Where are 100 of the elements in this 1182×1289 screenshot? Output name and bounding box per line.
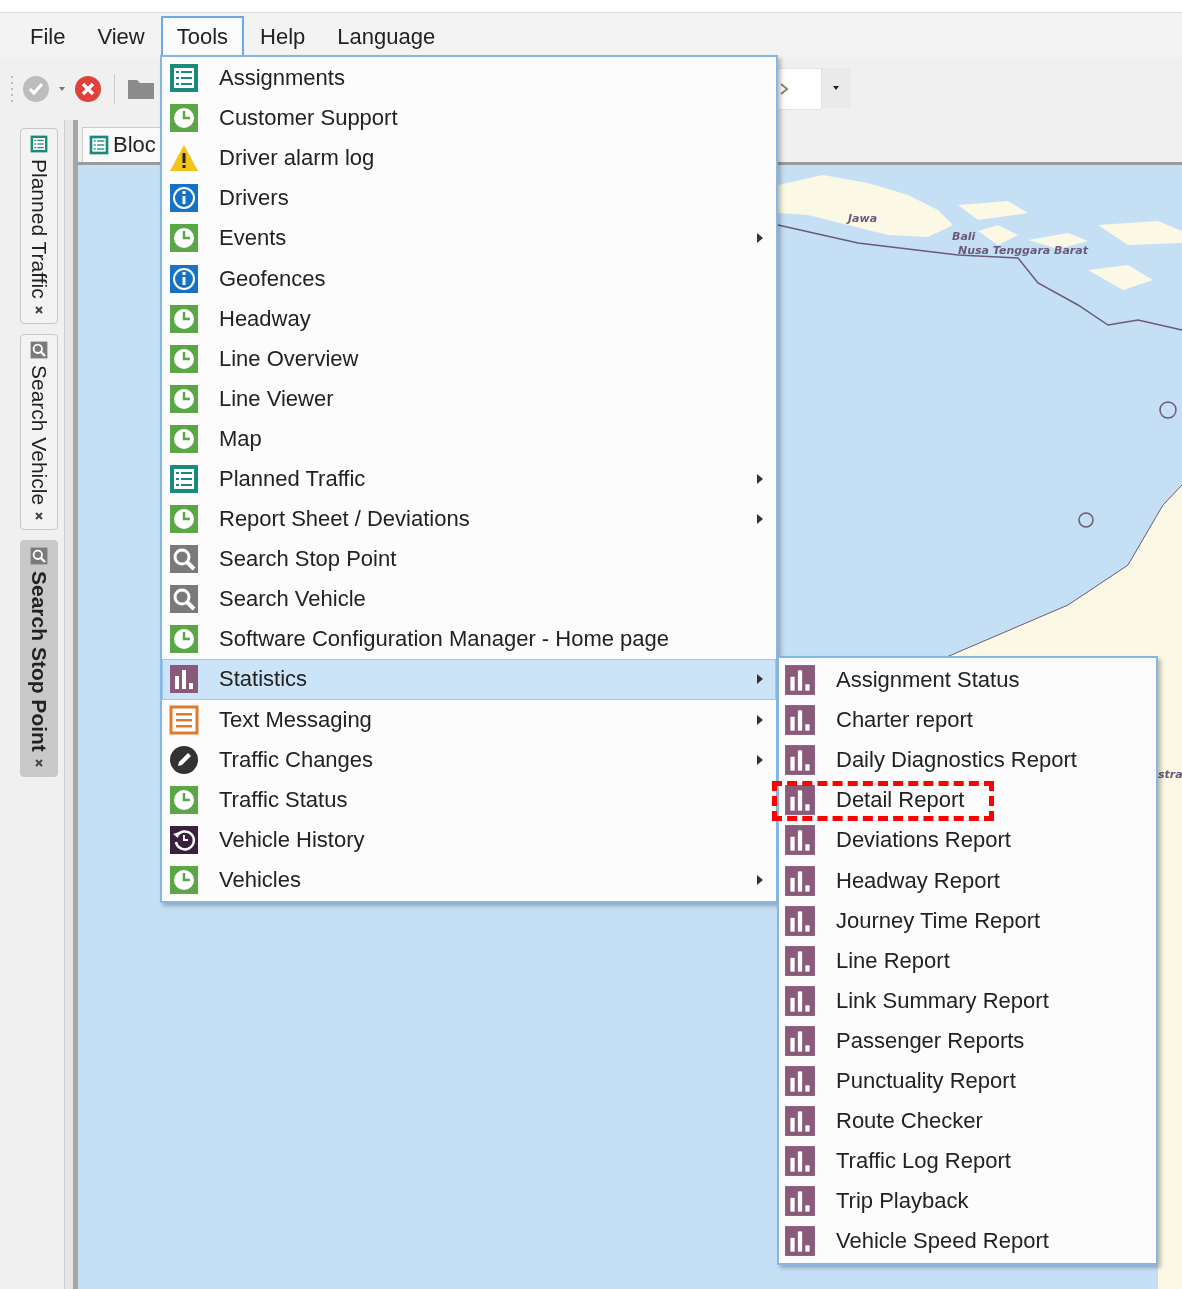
menu-item[interactable]: Planned Traffic: [162, 458, 776, 500]
clock-icon: [169, 343, 199, 374]
clock-icon: [169, 784, 199, 815]
menu-item[interactable]: Traffic Status: [162, 779, 776, 820]
menu-item[interactable]: Traffic Changes: [162, 739, 776, 780]
menu-item[interactable]: Report Sheet / Deviations: [162, 499, 776, 540]
menu-item[interactable]: Trip Playback: [779, 1181, 1156, 1222]
menu-item[interactable]: Passenger Reports: [779, 1020, 1156, 1061]
bar-chart-icon: [784, 984, 816, 1017]
menu-item[interactable]: Vehicle History: [162, 819, 776, 860]
bar-chart-icon: [784, 1065, 816, 1097]
map-label: Nusa Tenggara Barat: [958, 244, 1088, 257]
menu-item[interactable]: Search Stop Point: [162, 539, 776, 580]
side-tab[interactable]: Planned Traffic: [20, 128, 58, 324]
list-icon: [89, 135, 109, 155]
menu-item[interactable]: Help: [244, 16, 322, 58]
info-icon: [169, 183, 199, 214]
clock-icon: [169, 103, 199, 134]
clock-icon: [169, 864, 199, 895]
menu-item[interactable]: Detail Report: [779, 780, 1156, 821]
menu-item[interactable]: Statistics: [162, 659, 776, 700]
menu-item[interactable]: Map: [162, 418, 776, 459]
pencil-icon: [169, 744, 199, 775]
close-icon[interactable]: [34, 757, 44, 768]
menu-item[interactable]: Driver alarm log: [162, 138, 776, 179]
list-icon: [169, 464, 199, 494]
list-icon: [30, 135, 48, 153]
bar-chart-icon: [784, 1024, 816, 1057]
menu-item[interactable]: Vehicles: [162, 859, 776, 900]
menu-item[interactable]: Geofences: [162, 258, 776, 299]
check-icon[interactable]: [22, 75, 50, 103]
menu-item[interactable]: Charter report: [779, 700, 1156, 741]
folder-icon[interactable]: [127, 77, 155, 101]
info-icon: [169, 263, 199, 294]
bar-chart-icon: [784, 1185, 816, 1218]
menu-item[interactable]: File: [14, 16, 82, 58]
search-icon: [169, 544, 199, 575]
menu-item[interactable]: Assignments: [162, 58, 776, 99]
search-icon: [30, 546, 48, 565]
menu-item[interactable]: Language: [321, 16, 452, 58]
close-icon[interactable]: [34, 510, 44, 521]
bar-chart-icon: [784, 824, 816, 857]
caret-icon: [832, 85, 840, 91]
side-tab[interactable]: Search Vehicle: [20, 333, 58, 530]
menu-item[interactable]: Software Configuration Manager - Home page: [162, 619, 776, 660]
menu-item[interactable]: Events: [162, 218, 776, 259]
bar-chart-icon: [784, 1225, 816, 1258]
menu-item[interactable]: Link Summary Report: [779, 980, 1156, 1021]
menu-item[interactable]: Headway: [162, 298, 776, 339]
clock-icon: [169, 624, 199, 655]
menu-item[interactable]: Customer Support: [162, 98, 776, 139]
bar-chart-icon: [784, 704, 816, 737]
document-tab[interactable]: Bloc: [82, 127, 163, 162]
bar-chart-icon: [169, 664, 199, 695]
bar-chart-icon: [784, 664, 816, 697]
warning-icon: [169, 143, 199, 174]
menu-item[interactable]: Assignment Status: [779, 660, 1156, 701]
clock-icon: [169, 504, 199, 535]
toolbar-grip-icon: [10, 74, 14, 104]
bar-chart-icon: [784, 944, 816, 977]
side-tab[interactable]: Search Stop Point: [20, 539, 58, 777]
menu-item[interactable]: Text Messaging: [162, 699, 776, 740]
caret-icon[interactable]: [58, 86, 66, 92]
menu-item[interactable]: Line Viewer: [162, 378, 776, 419]
bar-chart-icon: [784, 864, 816, 897]
menu-item[interactable]: Route Checker: [779, 1101, 1156, 1142]
menu-item[interactable]: Tools: [160, 16, 245, 58]
island-drawing: [958, 201, 1028, 220]
menu-item[interactable]: Journey Time Report: [779, 900, 1156, 941]
menu-item[interactable]: Line Report: [779, 940, 1156, 981]
menu-item[interactable]: Headway Report: [779, 860, 1156, 901]
map-label: Jawa: [848, 212, 878, 225]
bar-chart-icon: [784, 1105, 816, 1138]
bar-chart-icon: [784, 744, 816, 777]
list-icon: [169, 63, 199, 94]
menu-item[interactable]: View: [81, 16, 161, 58]
clock-icon: [169, 383, 199, 414]
map-label: stra: [1158, 768, 1182, 781]
bar-chart-icon: [784, 784, 816, 817]
clock-icon: [169, 303, 199, 334]
clock-icon: [169, 423, 199, 454]
map-label: Bali: [952, 230, 976, 243]
clock-icon: [169, 223, 199, 254]
search-icon: [30, 340, 48, 359]
menu-item[interactable]: Punctuality Report: [779, 1060, 1156, 1102]
search-icon: [169, 584, 199, 615]
history-icon: [169, 824, 199, 855]
bar-chart-icon: [784, 904, 816, 937]
document-icon: [169, 704, 199, 735]
menu-item[interactable]: Search Vehicle: [162, 579, 776, 620]
menu-item[interactable]: Traffic Log Report: [779, 1141, 1156, 1182]
menu-item[interactable]: Vehicle Speed Report: [779, 1221, 1156, 1262]
menu-item[interactable]: Line Overview: [162, 338, 776, 379]
menu-item[interactable]: Drivers: [162, 178, 776, 219]
bar-chart-icon: [784, 1145, 816, 1178]
chevron-icon: [779, 82, 789, 96]
close-icon[interactable]: [74, 75, 102, 103]
menu-item[interactable]: Deviations Report: [779, 820, 1156, 861]
menu-item[interactable]: Daily Diagnostics Report: [779, 740, 1156, 781]
close-icon[interactable]: [34, 304, 44, 315]
